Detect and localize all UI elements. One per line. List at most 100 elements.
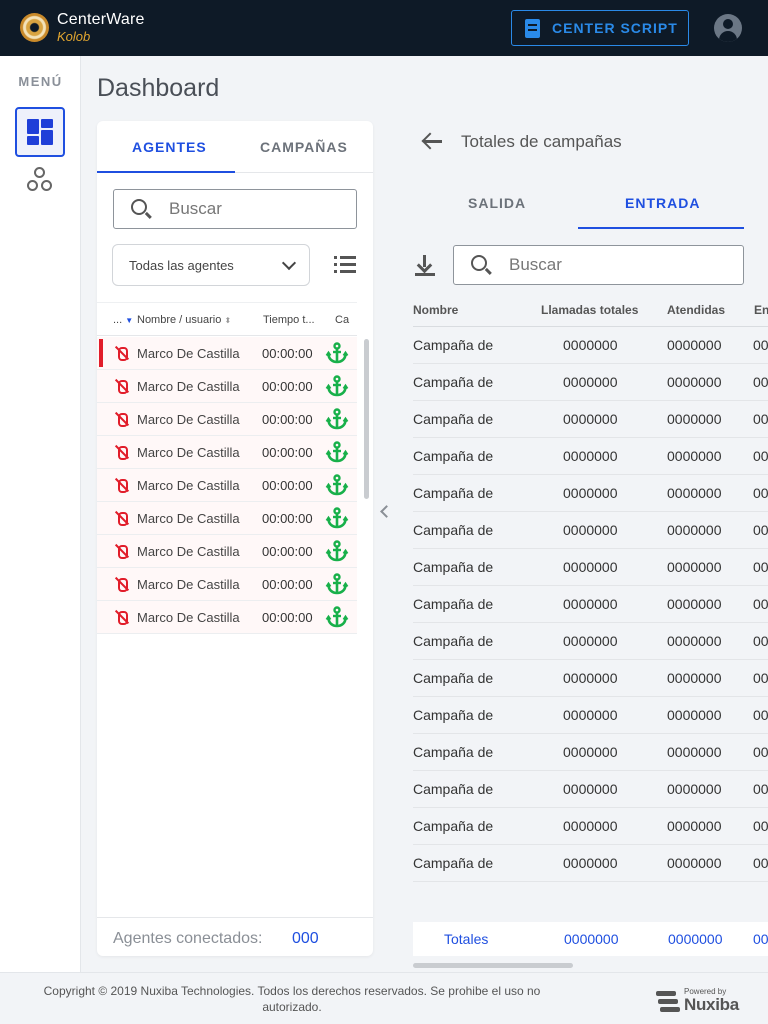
campaigns-table-header: Nombre Llamadas totales Atendidas En <box>413 294 768 327</box>
column-en[interactable]: En <box>754 303 768 317</box>
agent-time: 00:00:00 <box>262 610 313 625</box>
agents-table-body: Marco De Castilla 00:00:00 Marco De Castil… <box>97 337 357 634</box>
campaign-en: 00 <box>753 670 768 686</box>
column-name[interactable]: Nombre / usuario ⬍ <box>137 314 231 326</box>
column-status[interactable]: ... ▼ <box>113 314 133 326</box>
anchor-icon[interactable] <box>325 506 349 530</box>
table-row[interactable]: Campaña de 0000000 0000000 00 <box>413 549 768 586</box>
tab-campanas[interactable]: CAMPAÑAS <box>260 139 348 155</box>
tab-salida[interactable]: SALIDA <box>468 195 526 211</box>
table-row[interactable]: Campaña de 0000000 0000000 00 <box>413 771 768 808</box>
sidebar-item-groups[interactable] <box>26 167 54 193</box>
totals-label: Totales <box>444 931 489 947</box>
agents-search-input[interactable] <box>169 190 349 228</box>
agent-name: Marco De Castilla <box>137 577 240 592</box>
anchor-icon[interactable] <box>325 407 349 431</box>
table-row[interactable]: Campaña de 0000000 0000000 00 <box>413 401 768 438</box>
table-row[interactable]: Marco De Castilla 00:00:00 <box>97 601 357 634</box>
table-row[interactable]: Campaña de 0000000 0000000 00 <box>413 697 768 734</box>
table-row[interactable]: Campaña de 0000000 0000000 00 <box>413 475 768 512</box>
agent-time: 00:00:00 <box>262 478 313 493</box>
tab-entrada[interactable]: ENTRADA <box>625 195 700 211</box>
anchor-icon[interactable] <box>325 473 349 497</box>
agent-name: Marco De Castilla <box>137 511 240 526</box>
table-row[interactable]: Marco De Castilla 00:00:00 <box>97 403 357 436</box>
table-row[interactable]: Marco De Castilla 00:00:00 <box>97 370 357 403</box>
campaigns-search-input[interactable] <box>509 246 729 284</box>
table-row[interactable]: Campaña de 0000000 0000000 00 <box>413 438 768 475</box>
totals-atendidas: 0000000 <box>668 931 723 947</box>
agent-time: 00:00:00 <box>262 379 313 394</box>
list-view-icon[interactable] <box>334 256 356 274</box>
campaign-name: Campaña de <box>413 374 494 390</box>
collapse-panel-button[interactable] <box>378 503 390 519</box>
table-row[interactable]: Campaña de 0000000 0000000 00 <box>413 734 768 771</box>
table-row[interactable]: Campaña de 0000000 0000000 00 <box>413 327 768 364</box>
anchor-icon[interactable] <box>325 572 349 596</box>
anchor-icon[interactable] <box>325 374 349 398</box>
campaign-en: 00 <box>753 522 768 538</box>
agent-name: Marco De Castilla <box>137 544 240 559</box>
campaign-en: 00 <box>753 374 768 390</box>
agent-time: 00:00:00 <box>262 346 313 361</box>
campaigns-horizontal-scrollbar[interactable] <box>413 963 573 968</box>
table-row[interactable]: Campaña de 0000000 0000000 00 <box>413 512 768 549</box>
totals-llamadas: 0000000 <box>564 931 619 947</box>
agents-filter-value: Todas las agentes <box>129 258 234 273</box>
table-row[interactable]: Marco De Castilla 00:00:00 <box>97 469 357 502</box>
table-row[interactable]: Campaña de 0000000 0000000 00 <box>413 364 768 401</box>
agent-name: Marco De Castilla <box>137 412 240 427</box>
download-icon[interactable] <box>414 254 436 276</box>
agents-search-box <box>113 189 357 229</box>
campaigns-totals-row: Totales 0000000 0000000 00 <box>413 922 768 956</box>
campaign-en: 00 <box>753 633 768 649</box>
menu-label: MENÚ <box>18 74 63 89</box>
anchor-icon[interactable] <box>325 440 349 464</box>
campaign-llamadas: 0000000 <box>563 707 618 723</box>
campaign-atendidas: 0000000 <box>667 448 722 464</box>
sidebar-item-dashboard[interactable] <box>15 107 65 157</box>
campaign-atendidas: 0000000 <box>667 744 722 760</box>
table-row[interactable]: Marco De Castilla 00:00:00 <box>97 535 357 568</box>
search-icon <box>131 199 147 215</box>
column-atendidas[interactable]: Atendidas <box>667 303 725 317</box>
table-row[interactable]: Campaña de 0000000 0000000 00 <box>413 808 768 845</box>
agent-name: Marco De Castilla <box>137 610 240 625</box>
table-row[interactable]: Campaña de 0000000 0000000 00 <box>413 623 768 660</box>
mic-off-icon <box>115 544 129 559</box>
tab-agentes[interactable]: AGENTES <box>132 139 207 155</box>
campaign-name: Campaña de <box>413 522 494 538</box>
column-campaign[interactable]: Ca <box>335 314 349 326</box>
campaign-atendidas: 0000000 <box>667 522 722 538</box>
campaign-en: 00 <box>753 337 768 353</box>
campaign-en: 00 <box>753 818 768 834</box>
campaign-llamadas: 0000000 <box>563 633 618 649</box>
anchor-icon[interactable] <box>325 605 349 629</box>
agents-scrollbar[interactable] <box>364 339 369 499</box>
campaign-llamadas: 0000000 <box>563 411 618 427</box>
document-icon <box>525 18 540 38</box>
campaign-en: 00 <box>753 485 768 501</box>
center-script-button[interactable]: CENTER SCRIPT <box>511 10 689 46</box>
campaign-atendidas: 0000000 <box>667 411 722 427</box>
column-llamadas-totales[interactable]: Llamadas totales <box>541 303 638 317</box>
mic-off-icon <box>115 445 129 460</box>
anchor-icon[interactable] <box>325 539 349 563</box>
campaign-en: 00 <box>753 855 768 871</box>
table-row[interactable]: Campaña de 0000000 0000000 00 <box>413 660 768 697</box>
table-row[interactable]: Marco De Castilla 00:00:00 <box>97 436 357 469</box>
table-row[interactable]: Marco De Castilla 00:00:00 <box>97 568 357 601</box>
table-row[interactable]: Campaña de 0000000 0000000 00 <box>413 845 768 882</box>
anchor-icon[interactable] <box>325 341 349 365</box>
table-row[interactable]: Marco De Castilla 00:00:00 <box>97 337 357 370</box>
back-arrow-icon[interactable] <box>421 131 443 151</box>
top-bar: CenterWare Kolob CENTER SCRIPT <box>0 0 768 56</box>
column-nombre[interactable]: Nombre <box>413 303 458 317</box>
table-row[interactable]: Marco De Castilla 00:00:00 <box>97 502 357 535</box>
column-time[interactable]: Tiempo t... <box>263 314 315 326</box>
agents-filter-select[interactable]: Todas las agentes <box>112 244 310 286</box>
campaign-en: 00 <box>753 411 768 427</box>
account-circle-icon[interactable] <box>714 14 742 42</box>
table-row[interactable]: Campaña de 0000000 0000000 00 <box>413 586 768 623</box>
campaign-atendidas: 0000000 <box>667 596 722 612</box>
